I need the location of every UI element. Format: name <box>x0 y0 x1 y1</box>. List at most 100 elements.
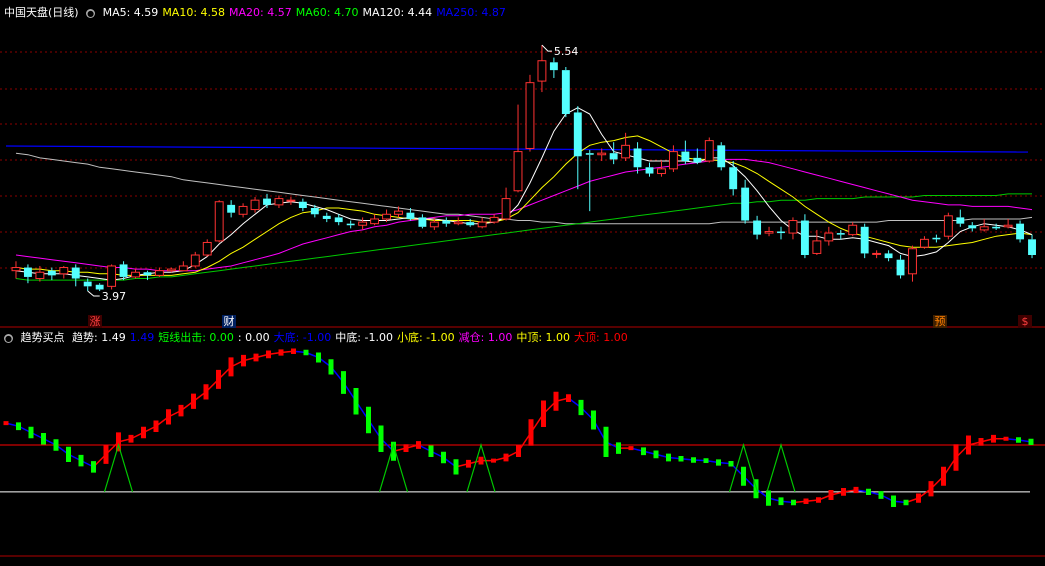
candle[interactable] <box>597 148 607 161</box>
candle[interactable] <box>860 223 869 259</box>
candle[interactable] <box>250 197 260 213</box>
candle[interactable] <box>227 200 236 218</box>
candle[interactable] <box>1028 234 1036 259</box>
kline-chart[interactable]: 5.54 3.97 <box>0 0 1045 566</box>
candle[interactable] <box>238 203 248 218</box>
buy-signal[interactable] <box>766 442 796 493</box>
trend-bar <box>641 447 646 456</box>
candle[interactable] <box>979 218 989 232</box>
candle[interactable] <box>609 142 618 165</box>
candle[interactable] <box>263 193 271 208</box>
candle[interactable] <box>872 250 882 259</box>
finance-tag[interactable]: 财 <box>222 315 236 328</box>
candle[interactable] <box>274 195 284 208</box>
candle[interactable] <box>956 209 965 227</box>
candle[interactable] <box>729 161 738 196</box>
indicator-field-9: 大顶: 1.00 <box>574 331 628 344</box>
candle[interactable] <box>322 212 331 223</box>
candle[interactable] <box>537 45 547 93</box>
candle[interactable] <box>943 212 953 240</box>
candle[interactable] <box>693 148 702 165</box>
limit-up-tag[interactable]: 涨 <box>88 315 102 328</box>
candle[interactable] <box>477 217 487 229</box>
candlesticks[interactable] <box>11 44 1036 297</box>
dividend-tag[interactable]: $ <box>1018 315 1032 328</box>
candle[interactable] <box>908 245 917 282</box>
candle-body <box>119 264 128 277</box>
candle[interactable] <box>501 187 511 221</box>
candle[interactable] <box>932 234 941 243</box>
candle[interactable] <box>442 217 451 227</box>
indicator-name[interactable]: 趋势买点 <box>21 331 65 344</box>
candle-body <box>489 216 499 223</box>
candle[interactable] <box>346 220 355 229</box>
candle[interactable] <box>1016 220 1025 243</box>
candle-body <box>202 241 212 256</box>
candle[interactable] <box>764 226 774 237</box>
trend-bar <box>953 444 959 471</box>
candle[interactable] <box>525 74 535 152</box>
candle[interactable] <box>741 179 750 224</box>
candle[interactable] <box>119 261 128 281</box>
candle[interactable] <box>645 162 654 177</box>
candle[interactable] <box>681 140 690 165</box>
settings-icon[interactable]: ● <box>4 333 13 343</box>
candle[interactable] <box>812 229 822 255</box>
trend-bar <box>216 369 221 389</box>
trend-bar <box>866 488 871 495</box>
candle[interactable] <box>824 226 834 246</box>
candle[interactable] <box>358 217 368 230</box>
candle[interactable] <box>47 267 56 281</box>
candle[interactable] <box>131 269 140 279</box>
candle[interactable] <box>1003 218 1013 229</box>
candle[interactable] <box>286 197 296 205</box>
candle-body <box>370 218 380 225</box>
buy-signal[interactable] <box>466 442 496 493</box>
trend-bar <box>453 459 459 475</box>
trend-indicator-panel[interactable] <box>0 348 1045 508</box>
trend-bar <box>578 399 584 416</box>
forecast-tag[interactable]: 预 <box>933 315 947 328</box>
stock-name[interactable]: 中国天盘 <box>4 6 48 19</box>
candle[interactable] <box>202 239 212 257</box>
candle[interactable] <box>71 264 80 287</box>
candle[interactable] <box>489 214 499 224</box>
candle[interactable] <box>884 250 893 262</box>
candle[interactable] <box>800 214 809 259</box>
candle[interactable] <box>418 214 427 229</box>
candle[interactable] <box>717 142 726 171</box>
ma-values: MA5: 4.59 MA10: 4.58 MA20: 4.57 MA60: 4.70 M… <box>103 6 510 19</box>
settings-icon[interactable]: ● <box>86 8 96 18</box>
candle-body <box>358 221 368 226</box>
candle[interactable] <box>35 265 45 282</box>
candle[interactable] <box>370 214 380 226</box>
candle[interactable] <box>298 198 307 212</box>
trend-bar <box>716 459 721 466</box>
candle[interactable] <box>573 106 582 190</box>
candle[interactable] <box>633 142 642 174</box>
candle[interactable] <box>788 217 798 240</box>
candle[interactable] <box>704 137 714 163</box>
candle[interactable] <box>11 261 21 279</box>
trend-bar <box>291 348 296 354</box>
indicator-field-3: : 0.00 <box>237 331 270 344</box>
candle[interactable] <box>561 67 570 118</box>
candle[interactable] <box>107 264 117 290</box>
candle[interactable] <box>190 251 200 268</box>
candle[interactable] <box>896 255 905 279</box>
candle[interactable] <box>657 161 666 177</box>
candle[interactable] <box>59 265 69 279</box>
candle[interactable] <box>919 236 929 249</box>
candle[interactable] <box>549 57 558 78</box>
trend-bar <box>441 451 446 464</box>
candle[interactable] <box>154 267 164 277</box>
candle[interactable] <box>178 261 188 272</box>
period-label[interactable]: (日线) <box>48 6 79 19</box>
candle[interactable] <box>836 229 845 240</box>
candle[interactable] <box>753 215 762 240</box>
candle[interactable] <box>968 222 977 232</box>
candle[interactable] <box>668 145 678 172</box>
candle[interactable] <box>214 200 224 243</box>
candle[interactable] <box>777 226 785 240</box>
candle[interactable] <box>848 222 858 237</box>
